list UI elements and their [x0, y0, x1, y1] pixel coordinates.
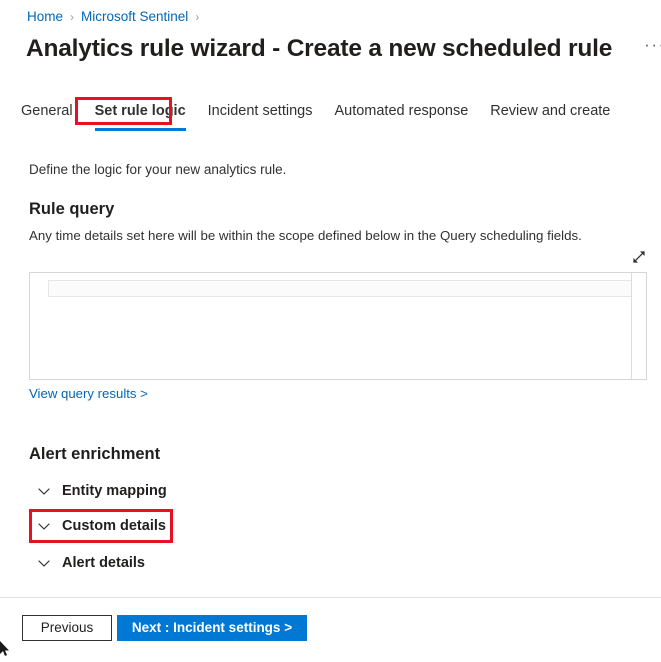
collapsible-custom-details-label: Custom details — [62, 518, 166, 534]
query-editor-current-line[interactable] — [48, 280, 645, 297]
tab-automated-response[interactable]: Automated response — [323, 98, 479, 128]
breadcrumb-item-home[interactable]: Home — [27, 8, 63, 26]
tab-automated-response-label: Automated response — [334, 103, 469, 119]
tab-review-and-create[interactable]: Review and create — [479, 98, 621, 128]
collapsible-entity-mapping[interactable]: Entity mapping — [36, 479, 175, 503]
tab-general[interactable]: General — [10, 98, 84, 128]
tab-general-label: General — [21, 103, 73, 119]
tab-set-rule-logic[interactable]: Set rule logic — [84, 98, 197, 131]
expand-diagonal-icon[interactable] — [630, 248, 648, 266]
tab-incident-settings-label: Incident settings — [207, 103, 313, 119]
rule-query-heading: Rule query — [29, 200, 115, 218]
tab-review-and-create-label: Review and create — [490, 103, 611, 119]
collapsible-custom-details[interactable]: Custom details — [36, 514, 174, 538]
collapsible-alert-details-label: Alert details — [62, 555, 145, 571]
page-header: Analytics rule wizard - Create a new sch… — [26, 34, 661, 64]
breadcrumb: Home › Microsoft Sentinel › — [27, 8, 206, 26]
footer-divider — [0, 597, 661, 598]
rule-query-description: Any time details set here will be within… — [29, 228, 582, 243]
collapsible-entity-mapping-label: Entity mapping — [62, 483, 167, 499]
more-options-icon[interactable]: ··· — [642, 36, 661, 54]
tab-selected-underline — [94, 128, 186, 131]
page-title: Analytics rule wizard - Create a new sch… — [26, 35, 613, 62]
tab-incident-settings[interactable]: Incident settings — [197, 98, 324, 128]
chevron-down-icon — [36, 555, 52, 571]
breadcrumb-item-microsoft-sentinel[interactable]: Microsoft Sentinel — [81, 8, 188, 26]
wizard-tab-list: General Set rule logic Incident settings… — [10, 98, 621, 131]
alert-enrichment-heading: Alert enrichment — [29, 445, 161, 463]
wizard-intro-text: Define the logic for your new analytics … — [29, 162, 287, 177]
view-query-results-link[interactable]: View query results > — [29, 385, 148, 403]
next-incident-settings-button[interactable]: Next : Incident settings > — [117, 615, 307, 641]
mouse-cursor-icon — [0, 641, 10, 657]
tab-set-rule-logic-label: Set rule logic — [94, 103, 186, 119]
breadcrumb-separator-icon: › — [70, 10, 75, 24]
query-editor[interactable] — [29, 272, 647, 380]
query-editor-scrollbar[interactable] — [632, 273, 646, 379]
breadcrumb-separator-icon-2: › — [195, 10, 200, 24]
chevron-down-icon — [36, 518, 52, 534]
previous-button[interactable]: Previous — [22, 615, 112, 641]
chevron-down-icon — [36, 483, 52, 499]
collapsible-alert-details[interactable]: Alert details — [36, 551, 153, 575]
